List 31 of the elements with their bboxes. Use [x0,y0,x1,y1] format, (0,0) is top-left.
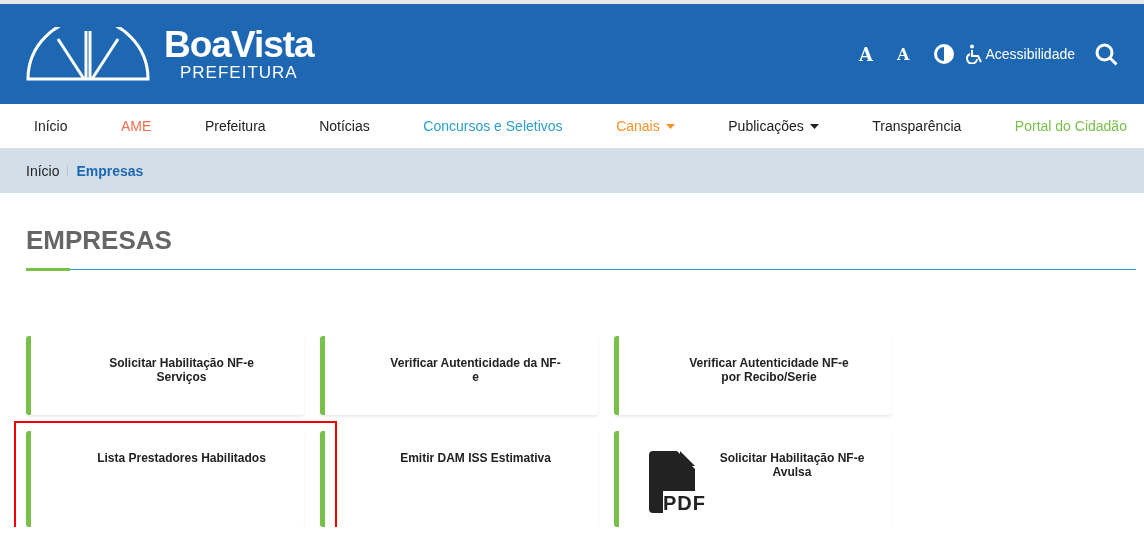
nav-link[interactable]: Início [34,118,68,134]
breadcrumb-link[interactable]: Início [26,162,60,179]
logo-title: BoaVista [164,26,314,64]
card-title: Verificar Autenticidade NF-e por Recibo/Serie [688,356,850,384]
page-title: EMPRESAS [26,225,173,255]
service-card[interactable]: PDF Solicitar Habilitação NF-e Avulsa [614,431,891,527]
search-icon[interactable] [1095,42,1118,66]
card-title: Verificar Autenticidade da NF- e [389,356,562,384]
nav-link[interactable]: Transparência [872,118,962,134]
service-card[interactable]: Emitir DAM ISS Estimativa [320,431,598,527]
nav-link[interactable]: Notícias [319,118,370,134]
font-increase-button[interactable]: A [859,43,874,65]
caret-icon [665,123,675,129]
card-title: Solicitar Habilitação NF-e Avulsa [718,451,866,479]
accessibility-link[interactable]: Acessibilidade [985,46,1075,62]
service-card[interactable]: Verificar Autenticidade da NF- e [320,336,598,415]
card-title: Solicitar Habilitação NF-e Serviços [108,356,255,384]
service-card[interactable]: Verificar Autenticidade NF-e por Recibo/Serie [614,336,891,415]
service-card[interactable]: Lista Prestadores Habilitados [26,431,304,527]
card-title: Emitir DAM ISS Estimativa [399,451,552,465]
wheelchair-icon[interactable] [965,44,984,64]
font-decrease-button[interactable]: A [897,44,910,64]
logo-icon [26,27,150,81]
service-card[interactable]: Solicitar Habilitação NF-e Serviços [26,336,304,415]
card-title: Lista Prestadores Habilitados [96,451,267,465]
nav-link[interactable]: Publicações [728,118,819,134]
caret-icon [809,123,819,129]
contrast-icon[interactable] [933,44,954,64]
logo-subtitle: PREFEITURA [180,64,298,82]
breadcrumb-link[interactable]: Empresas [76,162,144,179]
nav-link[interactable]: Prefeitura [204,118,266,134]
